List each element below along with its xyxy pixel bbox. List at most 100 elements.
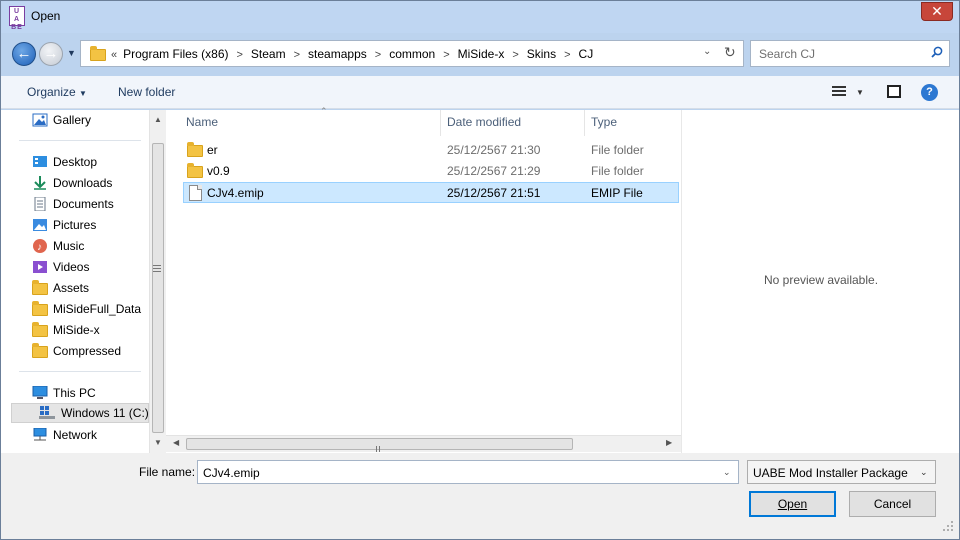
refresh-icon[interactable]: ↻ <box>724 44 736 61</box>
breadcrumb: « Program Files (x86) > Steam > steamapps > com… <box>111 47 593 61</box>
file-list-horizontal-scrollbar[interactable]: ◀ ▶ <box>166 435 681 466</box>
file-name: CJv4.emip <box>207 186 264 200</box>
file-name-value[interactable]: CJv4.emip <box>203 466 260 480</box>
file-name: v0.9 <box>207 164 230 178</box>
breadcrumb-overflow[interactable]: « <box>111 49 117 61</box>
main-area: Gallery Desktop Downloads Documents Pict… <box>1 106 959 466</box>
nav-item-windows-11-c[interactable]: Windows 11 (C:) <box>11 403 149 423</box>
chevron-right-icon[interactable]: > <box>294 49 300 61</box>
file-row-v0-9[interactable]: v0.9 25/12/2567 21:29 File folder <box>183 161 679 182</box>
file-type-select[interactable]: UABE Mod Installer Package (*. ⌄ <box>747 460 936 484</box>
arrow-left-icon: ← <box>16 45 32 62</box>
breadcrumb-item[interactable]: common <box>389 47 435 61</box>
download-icon <box>34 176 46 190</box>
back-button[interactable]: ← <box>12 42 36 66</box>
app-icon: UABE <box>9 6 25 31</box>
chevron-right-icon[interactable]: > <box>443 49 449 61</box>
view-options-icon[interactable] <box>832 86 846 98</box>
close-icon: ✕ <box>931 3 943 19</box>
file-type: EMIP File <box>591 186 643 200</box>
forward-button[interactable]: → <box>39 42 63 66</box>
navigation-pane: Gallery Desktop Downloads Documents Pict… <box>1 110 149 453</box>
gallery-icon <box>32 113 48 127</box>
organize-button[interactable]: Organize ▼ <box>27 85 87 99</box>
computer-icon <box>32 386 48 399</box>
resize-grip-icon[interactable] <box>941 519 955 533</box>
scrollbar-thumb[interactable] <box>152 143 164 433</box>
window-title: Open <box>31 9 61 23</box>
breadcrumb-item[interactable]: steamapps <box>308 47 367 61</box>
help-icon[interactable]: ? <box>921 84 938 101</box>
divider <box>19 140 141 141</box>
folder-icon <box>90 46 106 61</box>
close-button[interactable]: ✕ <box>921 2 953 21</box>
column-header-type[interactable]: Type <box>585 110 681 136</box>
breadcrumb-item[interactable]: Steam <box>251 47 286 61</box>
scroll-right-icon[interactable]: ▶ <box>666 438 672 447</box>
preview-message: No preview available. <box>763 273 879 287</box>
folder-icon <box>32 343 48 358</box>
grip-icon <box>376 441 384 466</box>
title-bar: UABE Open ✕ <box>1 1 959 33</box>
app-icon-text: UABE <box>11 8 23 31</box>
address-bar[interactable]: « Program Files (x86) > Steam > steamapps > com… <box>80 40 744 67</box>
scroll-up-icon[interactable]: ▲ <box>154 115 162 124</box>
navigation-scrollbar[interactable]: ▲ ▼ <box>149 110 166 453</box>
breadcrumb-item[interactable]: MiSide-x <box>458 47 505 61</box>
documents-icon <box>34 197 46 211</box>
recent-locations-button[interactable]: ▼ <box>67 48 76 58</box>
chevron-right-icon[interactable]: > <box>236 49 242 61</box>
nav-item-label: Documents <box>53 197 114 211</box>
file-type: File folder <box>591 164 644 178</box>
chevron-down-icon: ▼ <box>67 48 76 58</box>
arrow-right-icon: → <box>43 45 59 62</box>
chevron-down-icon[interactable]: ⌄ <box>723 467 731 478</box>
file-type-value: UABE Mod Installer Package (*. <box>753 466 911 480</box>
scroll-left-icon[interactable]: ◀ <box>173 438 179 447</box>
cancel-button[interactable]: Cancel <box>849 491 936 517</box>
drive-icon <box>39 406 55 419</box>
navigation-bar: ← → ▼ « Program Files (x86) > Steam > steamap… <box>1 34 959 74</box>
organize-label: Organize <box>27 85 76 99</box>
svg-text:♪: ♪ <box>37 242 42 253</box>
folder-icon <box>187 163 203 178</box>
file-row-cjv4-emip[interactable]: CJv4.emip 25/12/2567 21:51 EMIP File <box>183 182 679 203</box>
videos-icon <box>33 261 47 273</box>
chevron-right-icon[interactable]: > <box>512 49 518 61</box>
caret-down-icon: ▼ <box>79 89 87 98</box>
search-box[interactable]: Search CJ <box>750 40 950 67</box>
breadcrumb-item[interactable]: Skins <box>527 47 556 61</box>
nav-item-label: Gallery <box>53 113 92 127</box>
file-date: 25/12/2567 21:29 <box>447 164 541 178</box>
file-name-field[interactable]: CJv4.emip ⌄ <box>197 460 739 484</box>
search-icon[interactable] <box>931 46 943 58</box>
column-header-date-modified[interactable]: Date modified <box>441 110 585 136</box>
scroll-down-icon[interactable]: ▼ <box>154 438 162 447</box>
folder-icon <box>32 301 48 316</box>
grip-icon <box>153 265 161 274</box>
chevron-down-icon[interactable]: ⌄ <box>703 46 711 57</box>
chevron-right-icon[interactable]: > <box>375 49 381 61</box>
nav-item-label: Network <box>53 428 98 442</box>
nav-item-label: MiSide-x <box>53 323 100 337</box>
caret-down-icon[interactable]: ▼ <box>856 88 864 97</box>
desktop-icon <box>33 156 47 167</box>
preview-pane-icon[interactable] <box>887 85 901 98</box>
open-button-label: Open <box>777 497 808 511</box>
breadcrumb-item[interactable]: CJ <box>579 47 594 61</box>
column-header-name[interactable]: ⌃ Name <box>180 106 441 136</box>
folder-icon <box>32 280 48 295</box>
chevron-right-icon[interactable]: > <box>564 49 570 61</box>
preview-pane: No preview available. <box>681 110 959 453</box>
network-icon <box>33 428 47 441</box>
column-header-label: Name <box>186 115 219 129</box>
nav-item-label: Downloads <box>53 176 113 190</box>
file-name: er <box>207 143 218 157</box>
nav-item-label: Windows 11 (C:) <box>61 406 149 420</box>
breadcrumb-item[interactable]: Program Files (x86) <box>123 47 228 61</box>
open-button[interactable]: Open <box>749 491 836 517</box>
file-row-er[interactable]: er 25/12/2567 21:30 File folder <box>183 140 679 161</box>
command-bar: Organize ▼ New folder ▼ ? <box>1 76 959 109</box>
music-icon: ♪ <box>33 239 47 253</box>
new-folder-button[interactable]: New folder <box>118 85 175 99</box>
